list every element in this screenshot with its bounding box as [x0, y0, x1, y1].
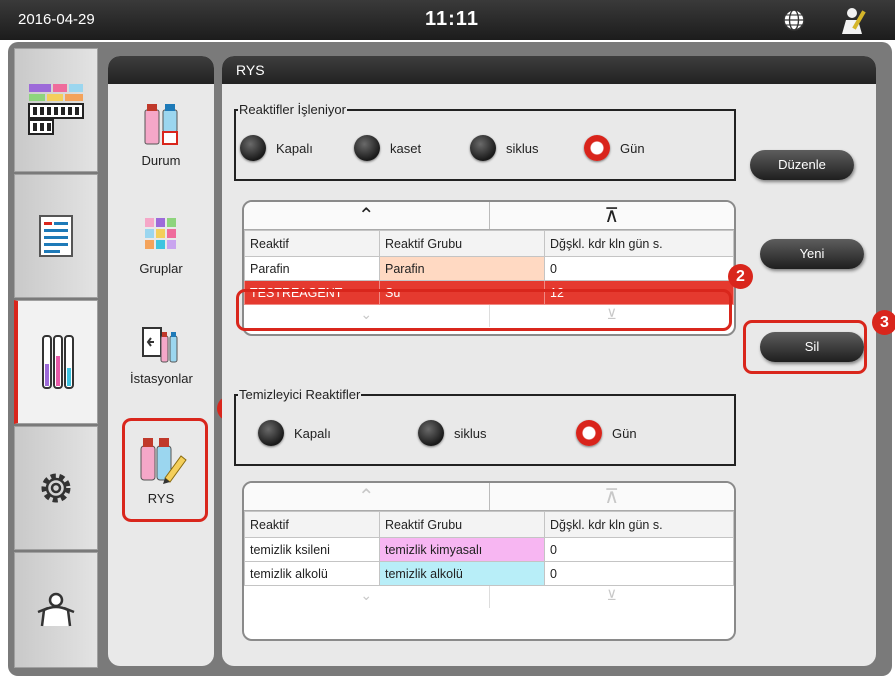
status-date: 2016-04-29 [18, 11, 95, 28]
cleaning-group-title: Temizleyici Reaktifler [238, 387, 362, 402]
column-header: Dğşkl. kdr kln gün s. [544, 230, 734, 257]
table-header-row: Reaktif Reaktif Grubu Dğşkl. kdr kln gün… [244, 230, 734, 257]
column-header: Dğşkl. kdr kln gün s. [544, 511, 734, 538]
cleaning-radio-kapali[interactable]: Kapalı [258, 420, 331, 446]
status-bar: 2016-04-29 11:11 [0, 0, 895, 40]
side-nav [14, 48, 98, 668]
nav-reagents-tab[interactable] [14, 300, 98, 424]
callout-2: 2 [728, 264, 753, 289]
reagent-status-icon [144, 104, 178, 145]
radio-label: siklus [506, 140, 539, 156]
cleaning-mode-group: Temizleyici Reaktifler Kapalı siklus Gün [234, 387, 736, 466]
selected-row-highlight [236, 289, 732, 331]
sub-nav-label-durum: Durum [141, 153, 181, 168]
instrument-status-icon [28, 84, 84, 135]
sub-nav-item-gruplar[interactable]: Gruplar [108, 216, 214, 276]
column-header: Reaktif Grubu [379, 511, 545, 538]
new-button[interactable]: Yeni [760, 239, 864, 269]
program-list-icon [39, 215, 73, 257]
radio-selected-icon [584, 135, 610, 161]
table-scroll-controls: ⌃ ⊼ [244, 483, 734, 511]
table-scroll-bottom: ⌄ ⊻ [244, 586, 734, 608]
processing-mode-group: Reaktifler İşleniyor Kapalı kaset siklus… [234, 102, 736, 181]
cleaning-reagent-table: ⌃ ⊼ Reaktif Reaktif Grubu Dğşkl. kdr kln… [242, 481, 736, 641]
gear-icon [41, 473, 71, 503]
processing-radio-kapali[interactable]: Kapalı [240, 135, 313, 161]
nav-settings-tab[interactable] [14, 426, 98, 550]
globe-icon[interactable] [783, 9, 805, 31]
processing-radio-kaset[interactable]: kaset [354, 135, 421, 161]
group-cell: temizlik kimyasalı [379, 537, 545, 562]
stations-icon [142, 327, 178, 363]
reagent-cell: temizlik ksileni [244, 537, 380, 562]
reagent-cell: Parafin [244, 256, 380, 281]
panel-title: RYS [222, 56, 876, 84]
radio-off-icon [354, 135, 380, 161]
sub-nav: Durum Gruplar İstasyonlar RYS [108, 56, 214, 666]
table-row[interactable]: Parafin Parafin 0 [244, 256, 734, 281]
value-cell: 0 [544, 537, 734, 562]
cleaning-radio-siklus[interactable]: siklus [418, 420, 487, 446]
delete-highlight-box [743, 320, 867, 374]
reagent-bottles-icon [41, 335, 74, 389]
processing-group-title: Reaktifler İşleniyor [238, 102, 347, 117]
nav-user-tab[interactable] [14, 552, 98, 668]
scroll-down-icon[interactable]: ⌄ [244, 586, 489, 608]
scroll-top-icon[interactable]: ⊼ [488, 483, 735, 510]
table-row[interactable]: temizlik alkolü temizlik alkolü 0 [244, 561, 734, 586]
radio-label: kaset [390, 140, 422, 156]
sub-nav-item-durum[interactable]: Durum [108, 102, 214, 168]
radio-label: Gün [620, 140, 645, 156]
sub-nav-label-istasyonlar: İstasyonlar [130, 371, 193, 386]
sub-nav-header [108, 56, 214, 84]
group-cell: temizlik alkolü [379, 561, 545, 586]
radio-off-icon [240, 135, 266, 161]
nav-program-tab[interactable] [14, 174, 98, 298]
column-header: Reaktif [244, 511, 380, 538]
radio-label: Kapalı [294, 425, 331, 441]
sub-nav-label-gruplar: Gruplar [139, 261, 183, 276]
callout-3: 3 [872, 310, 895, 335]
reagent-cell: temizlik alkolü [244, 561, 380, 586]
radio-off-icon [470, 135, 496, 161]
scroll-up-icon[interactable]: ⌃ [244, 483, 489, 510]
scroll-up-icon[interactable]: ⌃ [244, 202, 489, 229]
column-header: Reaktif [244, 230, 380, 257]
radio-selected-icon [576, 420, 602, 446]
scroll-bottom-icon[interactable]: ⊻ [488, 586, 735, 608]
value-cell: 0 [544, 561, 734, 586]
radio-label: Gün [612, 425, 637, 441]
table-scroll-controls: ⌃ ⊼ [244, 202, 734, 230]
value-cell: 0 [544, 256, 734, 281]
status-time: 11:11 [425, 8, 479, 30]
table-header-row: Reaktif Reaktif Grubu Dğşkl. kdr kln gün… [244, 511, 734, 538]
nav-status-tab[interactable] [14, 48, 98, 172]
reagent-groups-icon [145, 218, 176, 249]
scroll-top-icon[interactable]: ⊼ [488, 202, 735, 229]
radio-label: Kapalı [276, 140, 313, 156]
radio-off-icon [418, 420, 444, 446]
edit-button[interactable]: Düzenle [750, 150, 854, 180]
column-header: Reaktif Grubu [379, 230, 545, 257]
radio-label: siklus [454, 425, 487, 441]
user-profile-icon [37, 592, 75, 627]
radio-off-icon [258, 420, 284, 446]
rys-highlight-box [122, 418, 208, 522]
processing-radio-gun[interactable]: Gün [584, 135, 645, 161]
table-row[interactable]: temizlik ksileni temizlik kimyasalı 0 [244, 537, 734, 562]
cleaning-radio-gun[interactable]: Gün [576, 420, 637, 446]
processing-radio-siklus[interactable]: siklus [470, 135, 539, 161]
supervisor-icon[interactable] [838, 7, 868, 35]
group-cell: Parafin [379, 256, 545, 281]
sub-nav-item-istasyonlar[interactable]: İstasyonlar [108, 324, 214, 386]
